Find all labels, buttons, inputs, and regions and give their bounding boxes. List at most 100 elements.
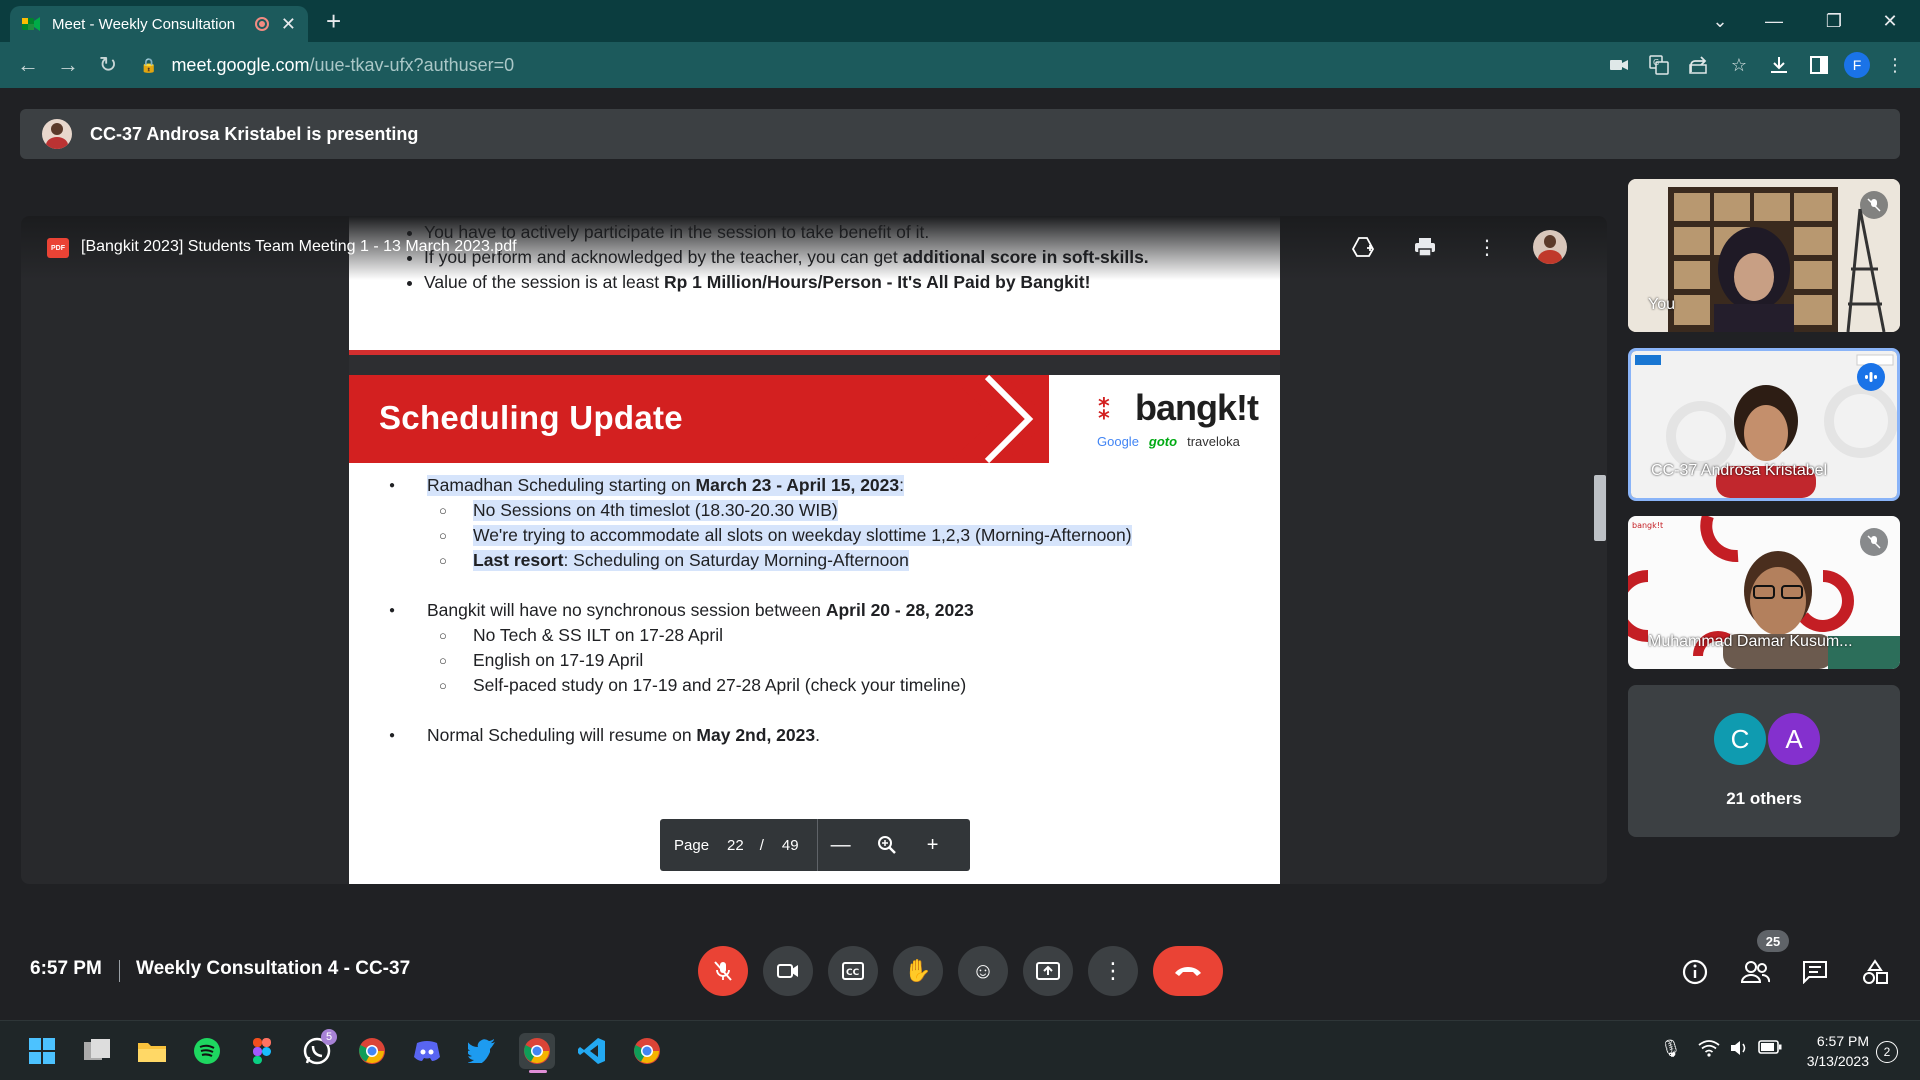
bangkit-logo: ⁑ bangk!t Google goto traveloka <box>1097 387 1267 457</box>
meet-icon <box>22 16 40 32</box>
start-menu-icon[interactable] <box>24 1033 60 1069</box>
back-button[interactable]: ← <box>8 45 48 85</box>
muted-icon <box>1860 528 1888 556</box>
chrome-icon[interactable] <box>354 1033 390 1069</box>
tab-meet[interactable]: Meet - Weekly Consultation ✕ <box>10 6 308 42</box>
windows-taskbar: 5 🎙 6:57 PM 3/13/2023 2 <box>0 1020 1920 1080</box>
partner-google: Google <box>1097 434 1139 449</box>
restore-button[interactable]: ❐ <box>1806 0 1862 42</box>
participants-badge: 25 <box>1757 930 1789 952</box>
microphone-tray-icon[interactable]: 🎙 <box>1660 1039 1682 1059</box>
presenter-mini-avatar <box>1533 230 1567 264</box>
page-navigator: Page 22 / 49 — + <box>660 819 970 871</box>
pdf-file-icon: PDF <box>47 238 69 258</box>
activities-icon[interactable] <box>1855 952 1895 992</box>
other-avatar-a: A <box>1768 713 1820 765</box>
scrollbar-thumb[interactable] <box>1594 475 1606 541</box>
browser-toolbar: ← → ↻ 🔒 meet.google.com/uue-tkav-ufx?aut… <box>0 42 1920 88</box>
reactions-button[interactable]: ☺ <box>958 946 1008 996</box>
chat-icon[interactable] <box>1795 952 1835 992</box>
address-bar[interactable]: 🔒 meet.google.com/uue-tkav-ufx?authuser=… <box>140 47 1570 83</box>
system-clock[interactable]: 6:57 PM 3/13/2023 <box>1795 1031 1869 1071</box>
discord-icon[interactable] <box>409 1033 445 1069</box>
speaking-indicator-icon <box>1857 363 1885 391</box>
share-icon[interactable] <box>1684 50 1714 80</box>
active-indicator <box>529 1070 547 1073</box>
svg-text:CC: CC <box>846 968 860 978</box>
tile-self[interactable]: You <box>1628 179 1900 332</box>
notification-count[interactable]: 2 <box>1876 1041 1898 1063</box>
people-icon[interactable] <box>1735 952 1775 992</box>
tile-presenter[interactable]: CC-37 Androsa Kristabel <box>1628 348 1900 501</box>
camera-button[interactable] <box>763 946 813 996</box>
partner-logos: Google goto traveloka <box>1097 434 1240 449</box>
zoom-out-button[interactable]: — <box>818 819 864 871</box>
more-options-icon[interactable]: ⋮ <box>1471 231 1503 263</box>
svg-text:bangk!t: bangk!t <box>1632 521 1663 530</box>
vscode-icon[interactable] <box>574 1033 610 1069</box>
add-to-drive-icon[interactable] <box>1347 231 1379 263</box>
twitter-icon[interactable] <box>464 1033 500 1069</box>
close-window-button[interactable]: ✕ <box>1862 0 1918 42</box>
page-slash: / <box>759 836 764 854</box>
profile-avatar[interactable]: F <box>1844 52 1870 78</box>
chrome-menu-icon[interactable]: ⋮ <box>1880 50 1910 80</box>
new-tab-button[interactable]: + <box>326 6 341 37</box>
more-options-button[interactable]: ⋮ <box>1088 946 1138 996</box>
task-view-icon[interactable] <box>79 1033 115 1069</box>
pdf-file-title: [Bangkit 2023] Students Team Meeting 1 -… <box>81 238 517 255</box>
side-panel-icon[interactable] <box>1804 50 1834 80</box>
close-tab-icon[interactable]: ✕ <box>281 14 296 35</box>
bangkit-wordmark: bangk!t <box>1135 387 1259 428</box>
raise-hand-button[interactable]: ✋ <box>893 946 943 996</box>
zoom-icon[interactable] <box>864 819 910 871</box>
mic-off-button[interactable] <box>698 946 748 996</box>
presenter-name: CC-37 Androsa Kristabel <box>1651 462 1828 479</box>
page-number-input[interactable]: 22 <box>727 837 744 854</box>
tile-participant[interactable]: bangk!t Muhammad Damar Kusum... <box>1628 516 1900 669</box>
others-count: 21 others <box>1726 789 1802 808</box>
presentation-stage: You have to actively participate in the … <box>21 216 1607 884</box>
minimize-button[interactable]: — <box>1746 0 1802 42</box>
muted-icon <box>1860 191 1888 219</box>
meeting-details-icon[interactable] <box>1675 952 1715 992</box>
figma-icon[interactable] <box>244 1033 280 1069</box>
zoom-in-button[interactable]: + <box>910 819 956 871</box>
other-avatar-c: C <box>1714 713 1766 765</box>
tab-search-icon[interactable]: ⌄ <box>1692 0 1748 42</box>
meeting-clock: 6:57 PM <box>30 958 102 979</box>
current-slide: Scheduling Update ⁑ bangk!t Google goto … <box>349 375 1280 884</box>
partner-traveloka: traveloka <box>1187 434 1240 449</box>
forward-button[interactable]: → <box>48 45 88 85</box>
tab-title: Meet - Weekly Consultation <box>52 15 236 33</box>
lock-icon[interactable]: 🔒 <box>140 57 157 74</box>
chrome-active-icon[interactable] <box>519 1033 555 1073</box>
url-host: meet.google.com <box>171 54 310 75</box>
presenting-banner: CC-37 Androsa Kristabel is presenting <box>20 109 1900 159</box>
page-gap <box>349 355 1280 375</box>
chrome-profile-icon[interactable] <box>629 1033 665 1069</box>
battery-tray-icon[interactable] <box>1758 1039 1782 1059</box>
clock-divider <box>119 960 120 982</box>
present-screen-button[interactable] <box>1023 946 1073 996</box>
whatsapp-icon[interactable]: 5 <box>299 1029 337 1069</box>
tile-others[interactable]: C A 21 others <box>1628 685 1900 837</box>
leave-call-button[interactable] <box>1153 946 1223 996</box>
reload-button[interactable]: ↻ <box>88 45 128 85</box>
partner-goto: goto <box>1148 434 1178 449</box>
file-explorer-icon[interactable] <box>134 1033 170 1069</box>
wifi-tray-icon[interactable] <box>1698 1039 1720 1062</box>
pdf-page[interactable]: You have to actively participate in the … <box>349 216 1280 884</box>
page-total: 49 <box>781 836 799 854</box>
print-icon[interactable] <box>1409 231 1441 263</box>
bookmark-star-icon[interactable]: ☆ <box>1724 50 1754 80</box>
camera-in-use-icon[interactable] <box>1604 50 1634 80</box>
self-name: You <box>1648 296 1675 313</box>
pdf-viewer-header: PDF [Bangkit 2023] Students Team Meeting… <box>21 216 1607 280</box>
download-icon[interactable] <box>1764 50 1794 80</box>
header-chevron-icon <box>949 375 1049 463</box>
volume-tray-icon[interactable] <box>1730 1039 1750 1062</box>
captions-button[interactable]: CC <box>828 946 878 996</box>
spotify-icon[interactable] <box>189 1033 225 1069</box>
translate-icon[interactable]: G <box>1644 50 1674 80</box>
